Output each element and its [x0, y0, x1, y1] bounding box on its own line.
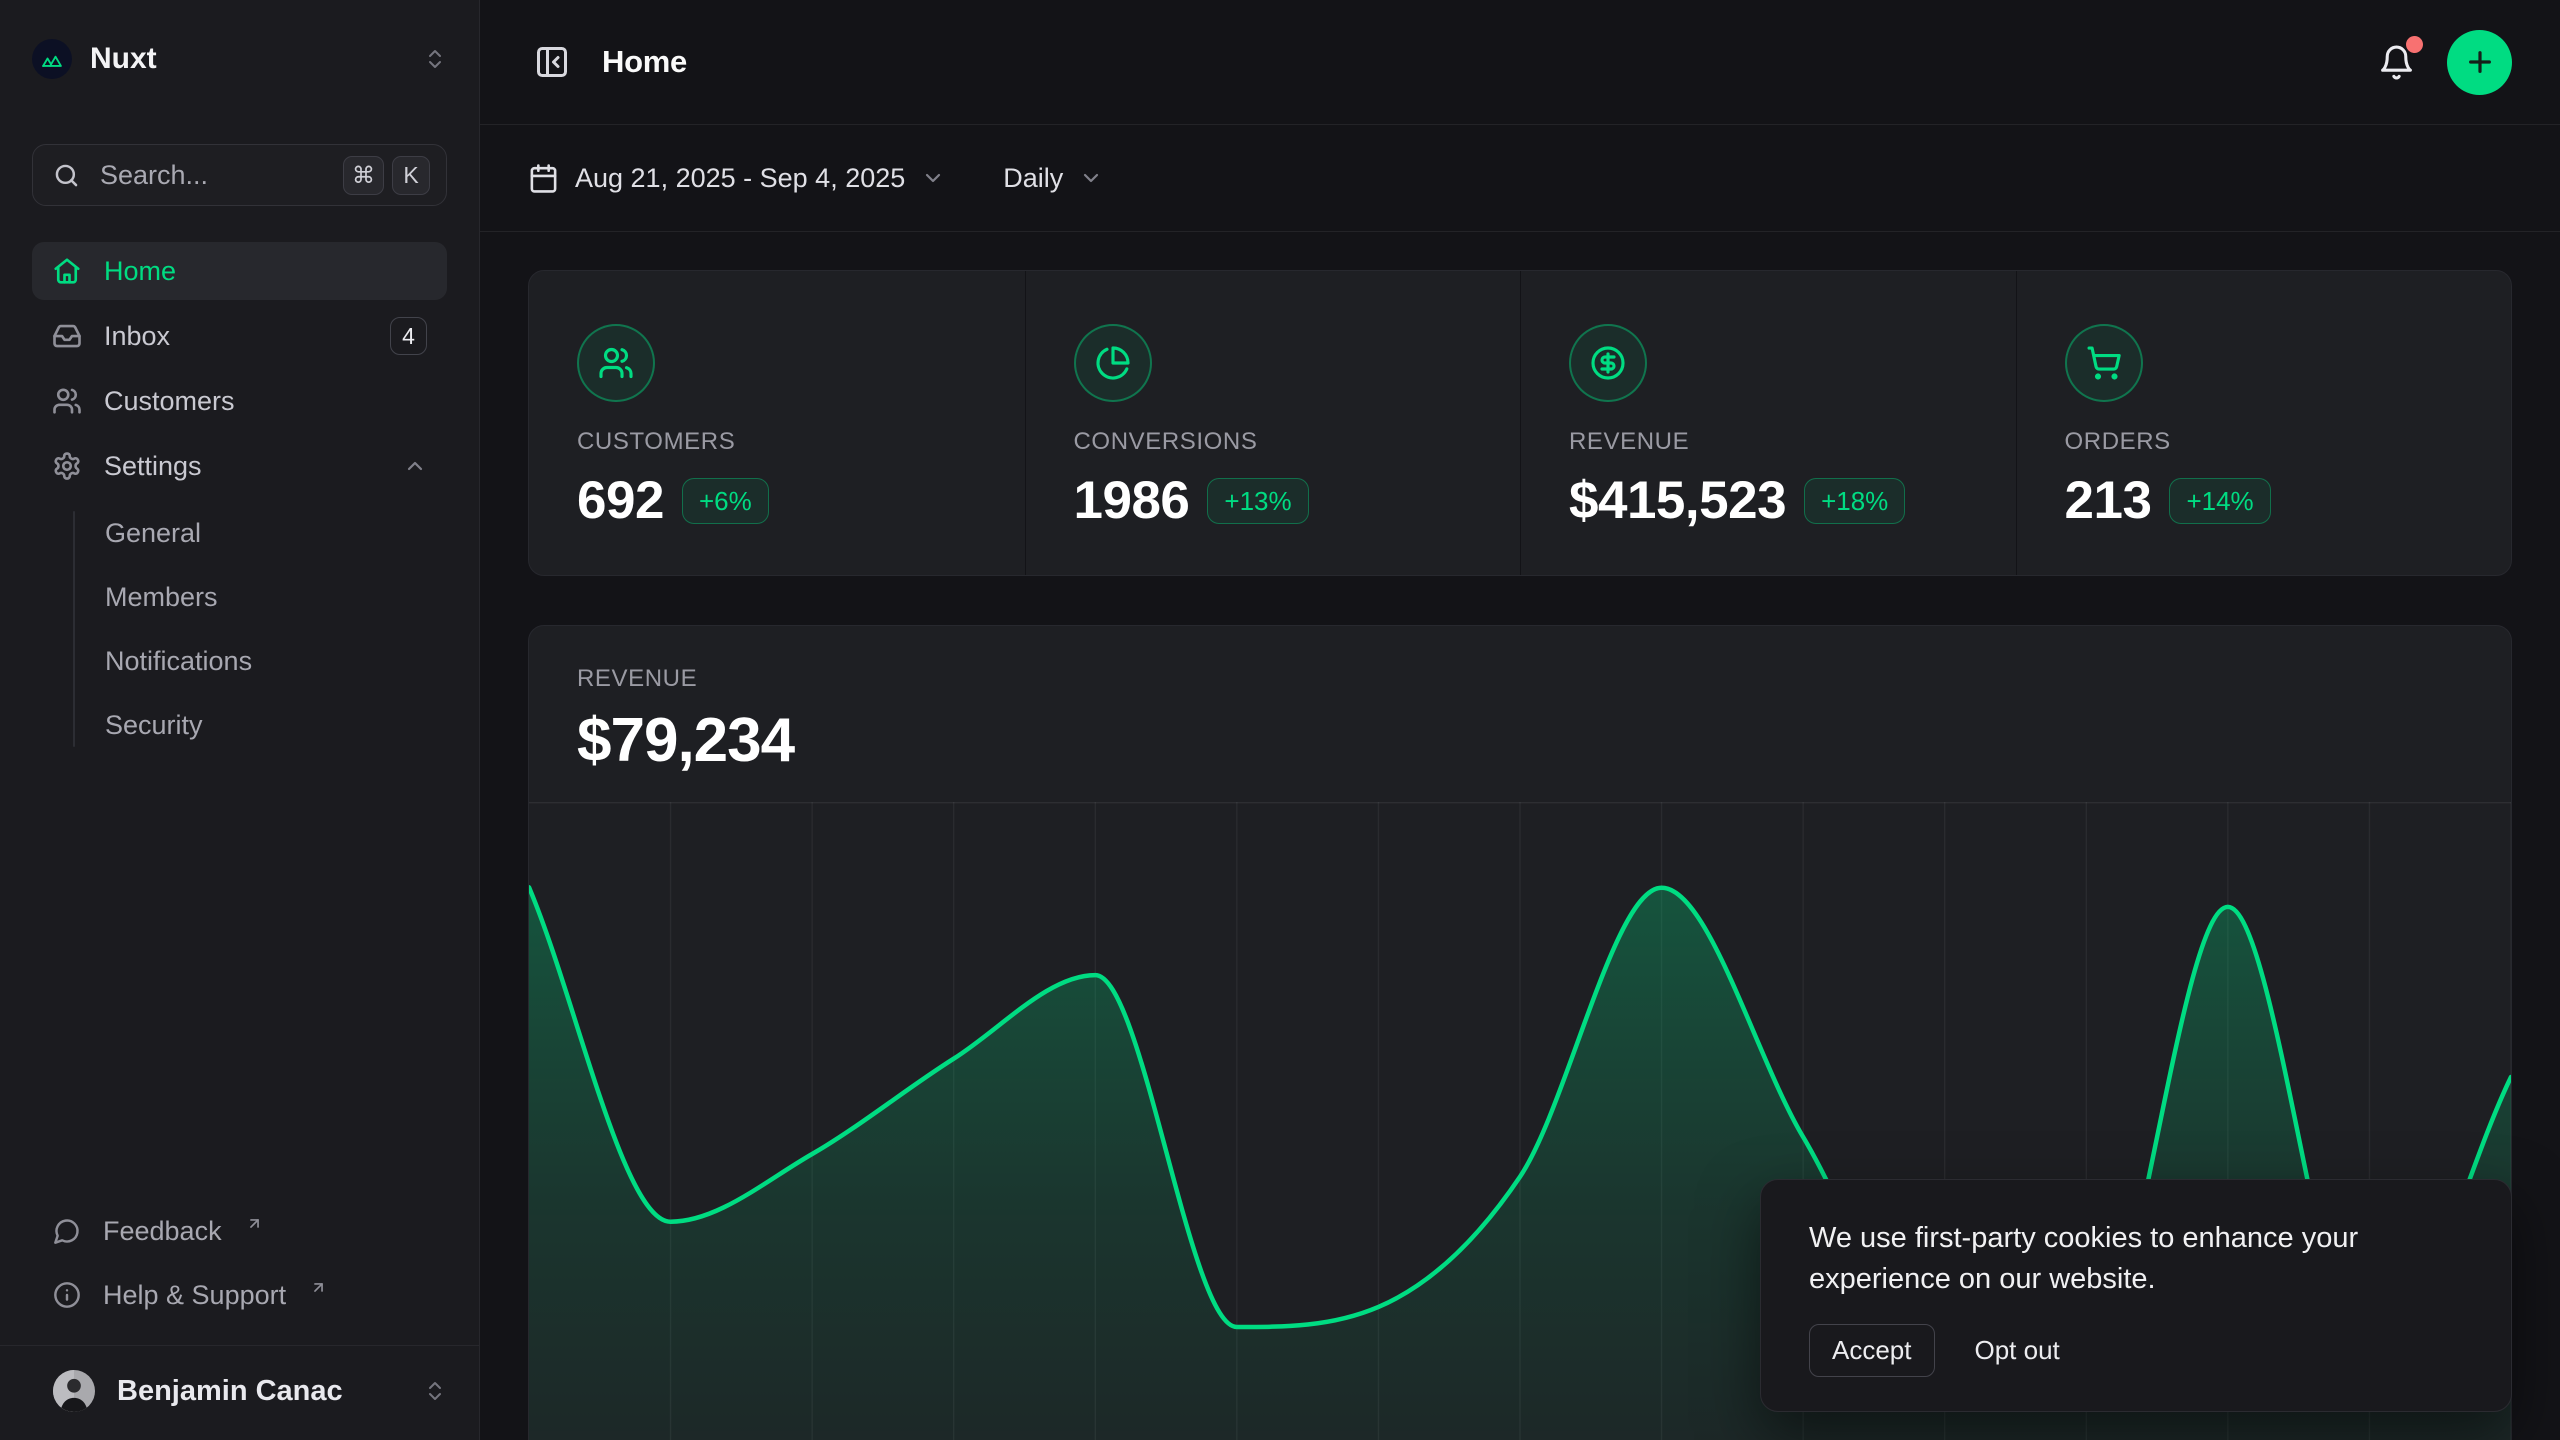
sidebar-item-customers[interactable]: Customers — [32, 372, 447, 430]
info-icon — [53, 1281, 81, 1309]
user-name: Benjamin Canac — [117, 1375, 401, 1408]
sidebar-item-members[interactable]: Members — [32, 569, 447, 625]
external-link-icon — [310, 1279, 327, 1296]
sidebar-item-general[interactable]: General — [32, 505, 447, 561]
stat-icon-circle — [2065, 324, 2143, 402]
chevrons-up-down-icon — [423, 1379, 447, 1403]
sidebar-item-label: Settings — [104, 451, 202, 482]
chevron-down-icon — [1079, 166, 1103, 190]
stat-icon-circle — [1569, 324, 1647, 402]
granularity-select[interactable]: Daily — [1003, 163, 1103, 194]
sidebar: Nuxt Search... ⌘ K Home Inbox 4 — [0, 0, 480, 1440]
plus-icon — [2464, 46, 2496, 78]
cart-icon — [2086, 345, 2122, 381]
granularity-value: Daily — [1003, 163, 1063, 194]
dollar-circle-icon — [1590, 345, 1626, 381]
panel-left-close-icon — [534, 44, 570, 80]
users-icon — [52, 386, 82, 416]
stat-label: CUSTOMERS — [577, 428, 977, 456]
chevrons-up-down-icon — [423, 47, 447, 71]
add-button[interactable] — [2447, 30, 2512, 95]
stat-delta-badge: +18% — [1804, 478, 1905, 524]
revenue-chart-label: REVENUE — [577, 665, 2463, 693]
stat-card-conversions[interactable]: CONVERSIONS 1986 +13% — [1025, 271, 1521, 575]
sidebar-item-security[interactable]: Security — [32, 697, 447, 753]
feedback-link[interactable]: Feedback — [32, 1209, 447, 1253]
home-icon — [52, 256, 82, 286]
revenue-chart-total: $79,234 — [577, 705, 2463, 776]
stat-card-orders[interactable]: ORDERS 213 +14% — [2016, 271, 2512, 575]
stat-delta-badge: +13% — [1207, 478, 1308, 524]
stats-row: CUSTOMERS 692 +6% CONVERSIONS 1986 +13% — [528, 270, 2512, 576]
kbd-k: K — [392, 156, 430, 195]
stat-value: 213 — [2065, 470, 2152, 531]
stat-value: 1986 — [1074, 470, 1190, 531]
users-icon — [598, 345, 634, 381]
sidebar-footer-links: Feedback Help & Support — [32, 1209, 447, 1317]
sidebar-item-notifications[interactable]: Notifications — [32, 633, 447, 689]
notification-dot — [2406, 36, 2423, 53]
inbox-icon — [52, 321, 82, 351]
sidebar-item-label: Home — [104, 256, 176, 287]
gear-icon — [52, 451, 82, 481]
page-title: Home — [602, 44, 687, 80]
chevron-up-icon — [403, 454, 427, 478]
user-menu[interactable]: Benjamin Canac — [0, 1345, 479, 1440]
cookie-banner: We use first-party cookies to enhance yo… — [1760, 1179, 2512, 1412]
date-range-picker[interactable]: Aug 21, 2025 - Sep 4, 2025 — [528, 163, 945, 194]
help-support-link[interactable]: Help & Support — [32, 1273, 447, 1317]
chevron-down-icon — [921, 166, 945, 190]
stat-value: $415,523 — [1569, 470, 1786, 531]
nuxt-logo-icon — [32, 39, 72, 79]
stat-delta-badge: +14% — [2169, 478, 2270, 524]
filters-toolbar: Aug 21, 2025 - Sep 4, 2025 Daily — [480, 125, 2560, 232]
message-icon — [53, 1217, 81, 1245]
app-root: Nuxt Search... ⌘ K Home Inbox 4 — [0, 0, 2560, 1440]
search-icon — [53, 162, 80, 189]
stat-label: CONVERSIONS — [1074, 428, 1473, 456]
team-selector[interactable]: Nuxt — [32, 30, 447, 88]
team-name: Nuxt — [90, 42, 405, 76]
cookie-message: We use first-party cookies to enhance yo… — [1809, 1218, 2419, 1300]
search-input[interactable]: Search... ⌘ K — [32, 144, 447, 206]
date-range-value: Aug 21, 2025 - Sep 4, 2025 — [575, 163, 905, 194]
sidebar-item-settings[interactable]: Settings — [32, 437, 447, 495]
calendar-icon — [528, 163, 559, 194]
stat-icon-circle — [577, 324, 655, 402]
search-shortcut: ⌘ K — [343, 156, 430, 195]
notifications-button[interactable] — [2372, 38, 2421, 87]
optout-cookies-button[interactable]: Opt out — [1975, 1335, 2060, 1366]
stat-label: REVENUE — [1569, 428, 1968, 456]
page-header: Home — [480, 0, 2560, 125]
search-placeholder: Search... — [100, 160, 323, 191]
kbd-cmd: ⌘ — [343, 156, 384, 195]
avatar — [53, 1370, 95, 1412]
accept-cookies-button[interactable]: Accept — [1809, 1324, 1935, 1377]
external-link-icon — [246, 1215, 263, 1232]
settings-subnav: General Members Notifications Security — [32, 505, 447, 753]
collapse-sidebar-button[interactable] — [528, 38, 576, 86]
sidebar-item-inbox[interactable]: Inbox 4 — [32, 307, 447, 365]
stat-delta-badge: +6% — [682, 478, 769, 524]
stat-icon-circle — [1074, 324, 1152, 402]
stat-card-customers[interactable]: CUSTOMERS 692 +6% — [529, 271, 1025, 575]
inbox-badge: 4 — [390, 317, 427, 355]
stat-label: ORDERS — [2065, 428, 2464, 456]
feedback-label: Feedback — [103, 1216, 222, 1247]
stat-value: 692 — [577, 470, 664, 531]
help-support-label: Help & Support — [103, 1280, 286, 1311]
stat-card-revenue[interactable]: REVENUE $415,523 +18% — [1520, 271, 2016, 575]
sidebar-item-label: Inbox — [104, 321, 170, 352]
pie-chart-icon — [1095, 345, 1131, 381]
sidebar-item-label: Customers — [104, 386, 235, 417]
sidebar-nav: Home Inbox 4 Customers Settings — [32, 242, 447, 495]
sidebar-item-home[interactable]: Home — [32, 242, 447, 300]
